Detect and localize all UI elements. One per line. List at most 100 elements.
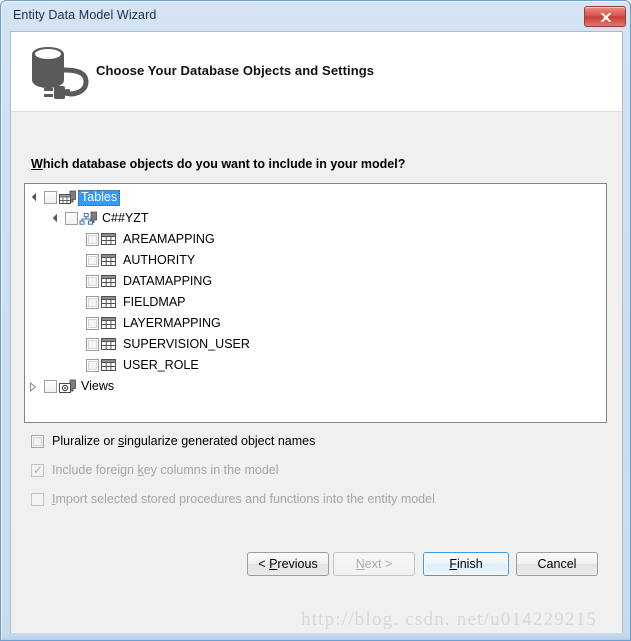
database-objects-treeview[interactable]: Tables C##YZT AREAMAPPING AUTHORITY DATAMAPP… bbox=[24, 183, 607, 423]
button-label-mnemonic: N bbox=[355, 557, 365, 571]
wizard-window: Entity Data Model Wizard Choose Your Dat… bbox=[0, 0, 631, 641]
import-stored-procedures-checkbox: Import selected stored procedures and fu… bbox=[31, 492, 435, 506]
table-icon bbox=[101, 253, 116, 266]
button-label: < Previous bbox=[258, 557, 317, 571]
tree-row[interactable]: Views bbox=[25, 376, 606, 397]
tree-row[interactable]: Tables bbox=[25, 187, 606, 208]
views-folder-icon bbox=[59, 379, 76, 393]
label-pre: Include foreign bbox=[52, 463, 138, 477]
table-icon bbox=[100, 274, 118, 290]
tree-twisty-spacer bbox=[71, 358, 86, 373]
table-icon bbox=[100, 337, 118, 353]
button-label: Cancel bbox=[538, 557, 577, 571]
tree-node-label: DATAMAPPING bbox=[123, 273, 213, 288]
include-foreign-key-checkbox: ✓ Include foreign key columns in the mode… bbox=[31, 463, 279, 477]
tree-node-checkbox[interactable] bbox=[65, 212, 78, 225]
tree-node-label: AREAMAPPING bbox=[123, 231, 215, 246]
wizard-body: Which database objects do you want to in… bbox=[11, 112, 622, 633]
expand-collapse-icon-expanded[interactable] bbox=[50, 211, 65, 226]
button-label-pre: < bbox=[258, 557, 270, 571]
schema-icon bbox=[79, 211, 97, 225]
table-icon bbox=[101, 295, 116, 308]
tree-node-label: SUPERVISION_USER bbox=[123, 336, 250, 351]
next-button: Next > bbox=[333, 552, 415, 576]
table-icon bbox=[101, 337, 116, 350]
tree-node-label: Views bbox=[81, 378, 115, 393]
table-icon bbox=[100, 316, 118, 332]
table-icon bbox=[101, 316, 116, 329]
tables-folder-icon bbox=[59, 190, 76, 204]
table-icon bbox=[101, 232, 116, 245]
tree-node-label: USER_ROLE bbox=[123, 357, 199, 372]
wizard-header: Choose Your Database Objects and Setting… bbox=[11, 32, 622, 112]
checkbox-label: Include foreign key columns in the model bbox=[52, 463, 279, 477]
page-title: Choose Your Database Objects and Setting… bbox=[96, 63, 375, 78]
database-connection-icon bbox=[24, 38, 96, 102]
button-label-mnemonic: F bbox=[449, 557, 457, 571]
label-post: mport selected stored procedures and fun… bbox=[55, 492, 435, 506]
table-icon bbox=[100, 358, 118, 374]
checkbox-box bbox=[31, 492, 44, 506]
table-icon bbox=[101, 274, 116, 287]
tree-row[interactable]: C##YZT bbox=[25, 208, 606, 229]
table-icon bbox=[100, 295, 118, 311]
pluralize-checkbox[interactable]: Pluralize or singularize generated objec… bbox=[31, 434, 315, 448]
tree-twisty-spacer bbox=[71, 295, 86, 310]
checkbox-label: Import selected stored procedures and fu… bbox=[52, 492, 435, 506]
tree-node-label: FIELDMAP bbox=[123, 294, 186, 309]
label-pre: Pluralize or bbox=[52, 434, 118, 448]
question-label: Which database objects do you want to in… bbox=[31, 157, 405, 171]
title-bar[interactable]: Entity Data Model Wizard bbox=[2, 2, 630, 31]
tree-twisty-spacer bbox=[71, 316, 86, 331]
checkmark-icon: ✓ bbox=[33, 462, 44, 477]
tree-row[interactable]: LAYERMAPPING bbox=[25, 313, 606, 334]
tree-twisty-spacer bbox=[71, 232, 86, 247]
tree-row[interactable]: DATAMAPPING bbox=[25, 271, 606, 292]
tree-twisty-spacer bbox=[71, 253, 86, 268]
tree-node-label: LAYERMAPPING bbox=[123, 315, 221, 330]
tree-node-checkbox[interactable] bbox=[44, 380, 57, 393]
tree-node-checkbox[interactable] bbox=[86, 359, 99, 372]
checkbox-box: ✓ bbox=[31, 462, 44, 477]
tree-node-checkbox[interactable] bbox=[86, 296, 99, 309]
tree-twisty-spacer bbox=[71, 274, 86, 289]
table-icon bbox=[101, 358, 116, 371]
tree-node-checkbox[interactable] bbox=[44, 191, 57, 204]
checkbox-box[interactable] bbox=[31, 434, 44, 448]
label-post: ingularize generated object names bbox=[124, 434, 316, 448]
tree-node-checkbox[interactable] bbox=[86, 338, 99, 351]
schema-icon bbox=[79, 211, 97, 227]
checkbox-label: Pluralize or singularize generated objec… bbox=[52, 434, 315, 448]
question-mnemonic: W bbox=[31, 157, 43, 171]
finish-button[interactable]: Finish bbox=[423, 552, 509, 576]
tree-row[interactable]: FIELDMAP bbox=[25, 292, 606, 313]
tree-row[interactable]: AREAMAPPING bbox=[25, 229, 606, 250]
views-folder-icon bbox=[58, 379, 76, 395]
tree-twisty-spacer bbox=[71, 337, 86, 352]
button-label: Next > bbox=[356, 557, 392, 571]
tables-folder-icon bbox=[58, 190, 76, 206]
tree-row[interactable]: SUPERVISION_USER bbox=[25, 334, 606, 355]
tree-node-label: C##YZT bbox=[102, 210, 149, 225]
tree-node-label: Tables bbox=[78, 189, 121, 206]
tree-node-checkbox[interactable] bbox=[86, 317, 99, 330]
tree-rows: Tables C##YZT AREAMAPPING AUTHORITY DATAMAPP… bbox=[25, 184, 606, 397]
cancel-button[interactable]: Cancel bbox=[516, 552, 598, 576]
tree-node-checkbox[interactable] bbox=[86, 233, 99, 246]
tree-node-checkbox[interactable] bbox=[86, 275, 99, 288]
client-area: Choose Your Database Objects and Setting… bbox=[10, 31, 623, 633]
previous-button[interactable]: < Previous bbox=[247, 552, 329, 576]
tree-node-checkbox[interactable] bbox=[86, 254, 99, 267]
tree-row[interactable]: USER_ROLE bbox=[25, 355, 606, 376]
expand-collapse-icon-collapsed[interactable] bbox=[29, 379, 44, 394]
chevron-right-icon bbox=[29, 381, 37, 393]
expand-collapse-icon-expanded[interactable] bbox=[29, 190, 44, 205]
button-label-post: inish bbox=[456, 557, 483, 571]
window-bottom-edge bbox=[1, 634, 630, 640]
label-post: ey columns in the model bbox=[143, 463, 279, 477]
table-icon bbox=[100, 253, 118, 269]
tree-row[interactable]: AUTHORITY bbox=[25, 250, 606, 271]
close-button[interactable] bbox=[584, 6, 626, 27]
table-icon bbox=[100, 232, 118, 248]
close-icon bbox=[600, 13, 612, 22]
